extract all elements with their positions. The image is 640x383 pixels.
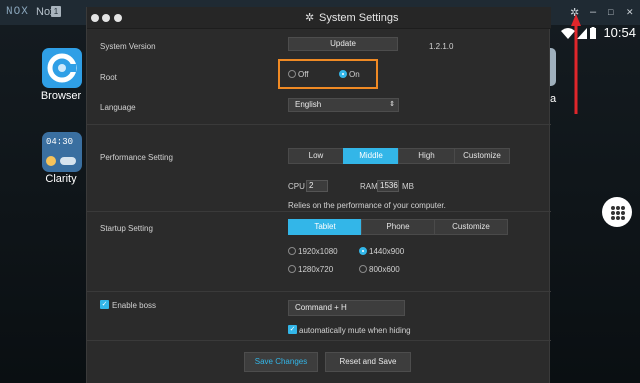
root-on-radio[interactable] [339, 70, 347, 78]
startup-customize-option[interactable]: Customize [434, 219, 508, 235]
resolution-1920-label: 1920x1080 [298, 247, 338, 256]
root-on-label: On [349, 70, 360, 79]
performance-high-option[interactable]: High [398, 148, 455, 164]
clarity-app-label[interactable]: Clarity [31, 173, 91, 185]
performance-note: Relies on the performance of your comput… [288, 201, 446, 210]
version-number: 1.2.1.0 [429, 42, 454, 51]
minimize-button[interactable]: – [590, 6, 596, 18]
clarity-weather-icon [46, 156, 76, 166]
partial-app-label: a [550, 93, 557, 105]
divider [87, 291, 551, 292]
browser-app-icon[interactable] [42, 48, 82, 88]
minimize-dot-button[interactable] [102, 14, 110, 22]
resolution-800-label: 800x600 [369, 265, 400, 274]
android-status-bar: 10:54 [552, 25, 640, 43]
language-select[interactable]: English ⇕ [288, 98, 399, 112]
close-button[interactable]: ✕ [626, 7, 634, 18]
language-label: Language [100, 103, 136, 112]
system-version-label: System Version [100, 42, 156, 51]
nox-version-badge: 1 [51, 6, 61, 17]
resolution-1440-radio[interactable] [359, 247, 367, 255]
performance-customize-option[interactable]: Customize [454, 148, 510, 164]
clock: 10:54 [603, 25, 636, 40]
close-dot-button[interactable] [91, 14, 99, 22]
save-changes-button[interactable]: Save Changes [244, 352, 318, 372]
mute-on-hide-label: automatically mute when hiding [299, 326, 411, 335]
startup-phone-option[interactable]: Phone [361, 219, 435, 235]
ram-unit: MB [402, 182, 414, 191]
divider [87, 340, 551, 341]
nox-logo: NOX [6, 6, 29, 18]
maximize-dot-button[interactable] [114, 14, 122, 22]
clarity-app-icon[interactable]: 04:30 [42, 132, 82, 172]
resolution-1920-radio[interactable] [288, 247, 296, 255]
divider [87, 124, 551, 125]
divider [87, 211, 551, 212]
dialog-titlebar: ✲ System Settings [87, 7, 551, 29]
app-drawer-button[interactable] [602, 197, 632, 227]
startup-tablet-option[interactable]: Tablet [288, 219, 362, 235]
mute-on-hide-checkbox[interactable]: ✓ [288, 325, 297, 334]
dialog-title: System Settings [319, 12, 399, 24]
battery-icon [590, 27, 596, 39]
performance-middle-option[interactable]: Middle [343, 148, 399, 164]
system-settings-dialog: ✲ System Settings System Version Update … [86, 7, 551, 383]
resolution-1440-label: 1440x900 [369, 247, 405, 256]
ram-label: RAM [360, 182, 378, 191]
performance-label: Performance Setting [100, 153, 173, 162]
settings-gear-icon: ✲ [305, 12, 315, 24]
enable-boss-label: Enable boss [112, 301, 157, 310]
update-button[interactable]: Update [288, 37, 398, 51]
browser-app-label[interactable]: Browser [31, 90, 91, 102]
resolution-1280-radio[interactable] [288, 265, 296, 273]
boss-shortcut-input[interactable]: Command + H [288, 300, 405, 316]
browser-logo-icon [47, 53, 77, 83]
ram-input[interactable]: 1536 [377, 180, 399, 192]
reset-and-save-button[interactable]: Reset and Save [325, 352, 411, 372]
root-label: Root [100, 73, 117, 82]
partial-app-icon[interactable] [550, 48, 556, 86]
resolution-1280-label: 1280x720 [298, 265, 334, 274]
root-off-label: Off [298, 70, 309, 79]
enable-boss-checkbox[interactable]: ✓ [100, 300, 109, 309]
startup-label: Startup Setting [100, 224, 153, 233]
maximize-button[interactable]: □ [608, 7, 613, 17]
root-off-radio[interactable] [288, 70, 296, 78]
annotation-arrow [571, 14, 581, 114]
performance-low-option[interactable]: Low [288, 148, 344, 164]
resolution-800-radio[interactable] [359, 265, 367, 273]
language-value: English [295, 100, 322, 109]
cpu-label: CPU [288, 182, 305, 191]
cpu-input[interactable]: 2 [306, 180, 328, 192]
select-arrows-icon: ⇕ [389, 101, 395, 108]
